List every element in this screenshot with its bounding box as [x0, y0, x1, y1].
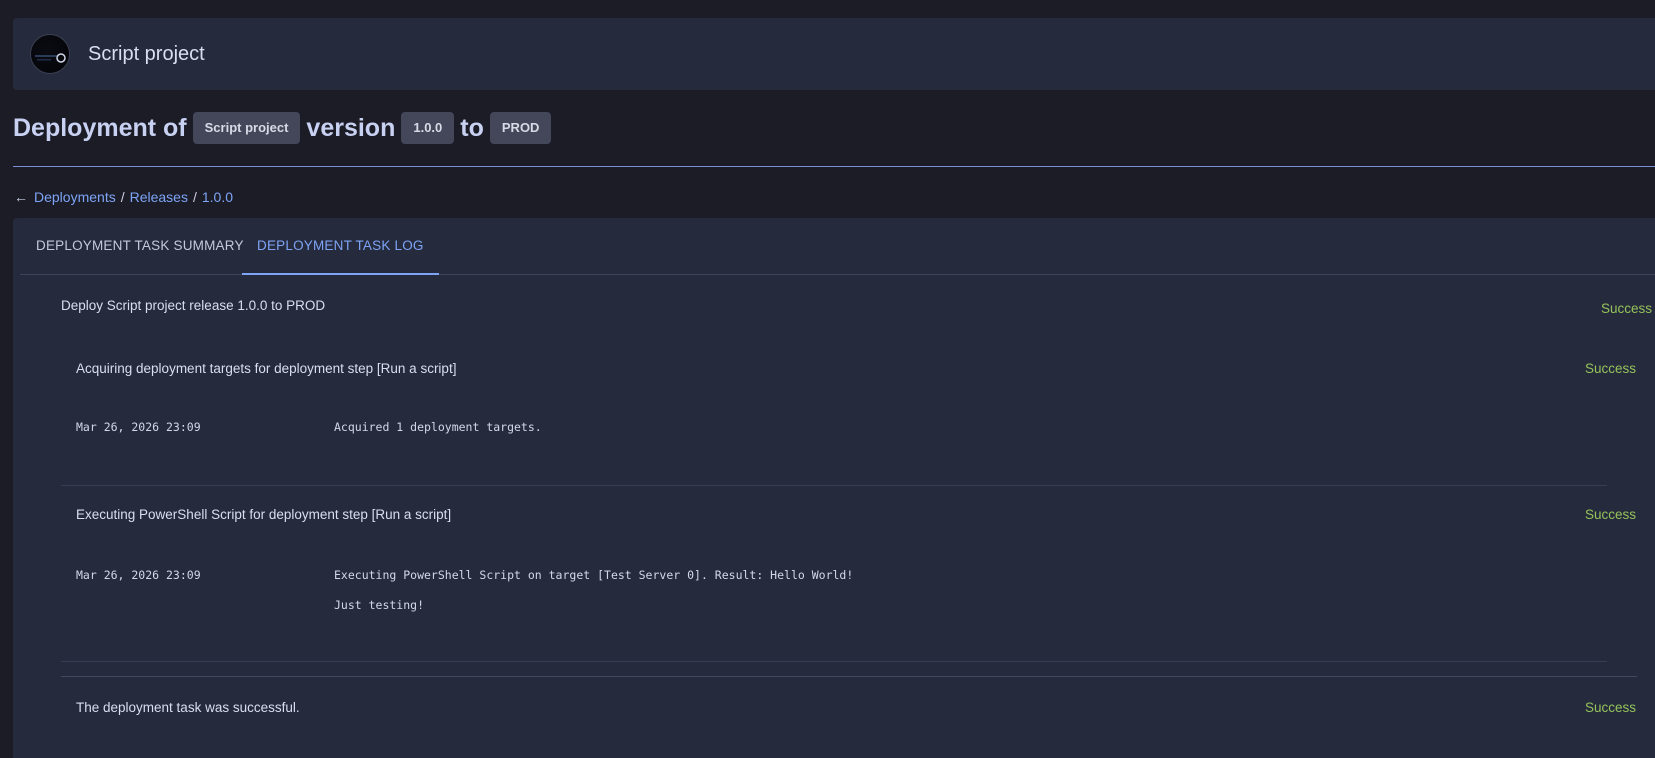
log-step-status: Success [1584, 361, 1636, 376]
breadcrumb-separator: / [192, 189, 197, 205]
page-title: Deployment of Script project version 1.0… [13, 112, 557, 144]
log-entry-time: Mar 26, 2026 23:09 [76, 568, 201, 582]
log-root-label: Deploy Script project release 1.0.0 to P… [61, 298, 326, 313]
deployment-panel: DEPLOYMENT TASK SUMMARY DEPLOYMENT TASK … [13, 218, 1655, 758]
breadcrumb-separator: / [120, 189, 125, 205]
title-deployment-of: Deployment of [13, 113, 187, 142]
project-avatar [30, 34, 70, 74]
project-chip: Script project [192, 112, 301, 144]
log-final-label: The deployment task was successful. [76, 700, 300, 715]
title-to: to [460, 113, 484, 142]
breadcrumb-release-version[interactable]: 1.0.0 [202, 189, 233, 205]
project-header: Script project [13, 18, 1655, 90]
project-logo-icon [35, 53, 66, 63]
breadcrumb-deployments[interactable]: Deployments [34, 189, 116, 205]
log-final-status: Success [1584, 700, 1636, 715]
title-divider [13, 166, 1655, 167]
tab-task-log[interactable]: DEPLOYMENT TASK LOG [242, 218, 439, 275]
breadcrumb: ← Deployments / Releases / 1.0.0 [14, 189, 233, 205]
log-step-divider [61, 661, 1607, 662]
log-step-status: Success [1584, 507, 1636, 522]
project-name: Script project [88, 42, 205, 65]
log-entry-message: Executing PowerShell Script on target [T… [334, 568, 854, 582]
log-root-status: Success [1600, 301, 1652, 316]
environment-chip: PROD [489, 112, 552, 144]
log-entry-message: Acquired 1 deployment targets. [334, 420, 542, 434]
title-version: version [306, 113, 396, 142]
version-chip: 1.0.0 [401, 112, 455, 144]
tab-bar: DEPLOYMENT TASK SUMMARY DEPLOYMENT TASK … [20, 218, 1655, 275]
tab-task-summary[interactable]: DEPLOYMENT TASK SUMMARY [36, 218, 244, 274]
log-step-divider [61, 485, 1607, 486]
breadcrumb-releases[interactable]: Releases [130, 189, 188, 205]
log-step-label: Executing PowerShell Script for deployme… [76, 507, 452, 522]
log-step-label: Acquiring deployment targets for deploym… [76, 361, 457, 376]
log-section-divider [61, 676, 1637, 677]
back-arrow-icon[interactable]: ← [14, 189, 28, 205]
log-entry-time: Mar 26, 2026 23:09 [76, 420, 201, 434]
log-entry-message: Just testing! [334, 598, 425, 612]
